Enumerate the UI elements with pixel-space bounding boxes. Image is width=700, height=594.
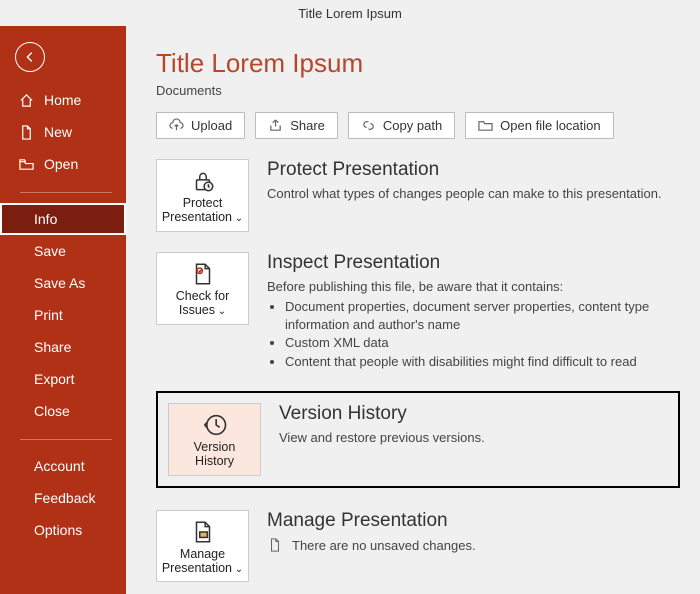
sidebar-item-share[interactable]: Share [0, 331, 126, 363]
protect-presentation-card[interactable]: Protect Presentation [156, 159, 249, 232]
list-item: Content that people with disabilities mi… [285, 353, 680, 371]
sidebar-item-options[interactable]: Options [0, 514, 126, 546]
back-button[interactable] [15, 42, 45, 72]
section-title: Inspect Presentation [267, 252, 680, 274]
sidebar-item-label: Save As [34, 275, 85, 291]
version-history-card[interactable]: Version History [168, 403, 261, 476]
share-button[interactable]: Share [255, 112, 338, 139]
sidebar-item-export[interactable]: Export [0, 363, 126, 395]
folder-icon [478, 118, 493, 133]
sidebar-item-label: New [44, 124, 72, 140]
sidebar-item-label: Home [44, 92, 81, 108]
manage-presentation-row: Manage Presentation Manage Presentation … [156, 510, 680, 583]
section-desc: There are no unsaved changes. [292, 538, 476, 553]
share-icon [268, 118, 283, 133]
home-icon [18, 92, 34, 108]
backstage-sidebar: Home New Open Info Save Save As Print Sh… [0, 26, 126, 594]
lock-icon [161, 168, 244, 194]
sidebar-item-save[interactable]: Save [0, 235, 126, 267]
button-label: Copy path [383, 118, 442, 133]
sidebar-item-label: Account [34, 458, 85, 474]
sidebar-item-label: Info [34, 211, 57, 227]
section-desc: View and restore previous versions. [279, 429, 668, 447]
section-desc: Control what types of changes people can… [267, 185, 680, 203]
cloud-upload-icon [169, 118, 184, 133]
window-titlebar: Title Lorem Ipsum [0, 0, 700, 26]
check-for-issues-card[interactable]: Check for Issues [156, 252, 249, 325]
sidebar-item-label: Options [34, 522, 82, 538]
sidebar-item-label: Print [34, 307, 63, 323]
inspect-items-list: Document properties, document server pro… [285, 298, 680, 371]
sidebar-divider [20, 439, 112, 440]
sidebar-item-label: Feedback [34, 490, 95, 506]
sidebar-item-label: Save [34, 243, 66, 259]
document-check-icon [161, 261, 244, 287]
sidebar-item-feedback[interactable]: Feedback [0, 482, 126, 514]
page-title: Title Lorem Ipsum [156, 48, 680, 79]
section-desc: Before publishing this file, be aware th… [267, 278, 680, 296]
card-label: Protect Presentation [161, 196, 244, 225]
folder-open-icon [18, 156, 34, 172]
document-icon [267, 538, 282, 553]
sidebar-item-print[interactable]: Print [0, 299, 126, 331]
info-toolbar: Upload Share Copy path Open file locatio… [156, 112, 680, 139]
version-history-row: Version History Version History View and… [168, 403, 668, 476]
manage-presentation-card[interactable]: Manage Presentation [156, 510, 249, 583]
link-icon [361, 118, 376, 133]
button-label: Share [290, 118, 325, 133]
card-label: Manage Presentation [161, 547, 244, 576]
card-label: Check for Issues [161, 289, 244, 318]
sidebar-item-new[interactable]: New [0, 116, 126, 148]
history-icon [173, 412, 256, 438]
open-file-location-button[interactable]: Open file location [465, 112, 613, 139]
card-label: Version History [173, 440, 256, 469]
sidebar-item-save-as[interactable]: Save As [0, 267, 126, 299]
list-item: Custom XML data [285, 334, 680, 352]
sidebar-item-home[interactable]: Home [0, 84, 126, 116]
section-title: Protect Presentation [267, 159, 680, 181]
list-item: Document properties, document server pro… [285, 298, 680, 334]
version-history-highlight: Version History Version History View and… [156, 391, 680, 488]
page-subtitle: Documents [156, 83, 680, 98]
sidebar-item-label: Open [44, 156, 78, 172]
app-title: Title Lorem Ipsum [298, 6, 402, 21]
section-title: Version History [279, 403, 668, 425]
inspect-presentation-row: Check for Issues Inspect Presentation Be… [156, 252, 680, 371]
protect-presentation-row: Protect Presentation Protect Presentatio… [156, 159, 680, 232]
sidebar-item-close[interactable]: Close [0, 395, 126, 427]
info-panel: Title Lorem Ipsum Documents Upload Share… [126, 26, 700, 594]
sidebar-item-label: Close [34, 403, 70, 419]
upload-button[interactable]: Upload [156, 112, 245, 139]
sidebar-item-open[interactable]: Open [0, 148, 126, 180]
sidebar-item-label: Share [34, 339, 71, 355]
document-manage-icon [161, 519, 244, 545]
sidebar-item-info[interactable]: Info [0, 203, 126, 235]
arrow-left-icon [22, 49, 38, 65]
copy-path-button[interactable]: Copy path [348, 112, 455, 139]
sidebar-divider [20, 192, 112, 193]
button-label: Upload [191, 118, 232, 133]
sidebar-item-label: Export [34, 371, 74, 387]
button-label: Open file location [500, 118, 600, 133]
sidebar-item-account[interactable]: Account [0, 450, 126, 482]
section-title: Manage Presentation [267, 510, 680, 532]
file-icon [18, 124, 34, 140]
